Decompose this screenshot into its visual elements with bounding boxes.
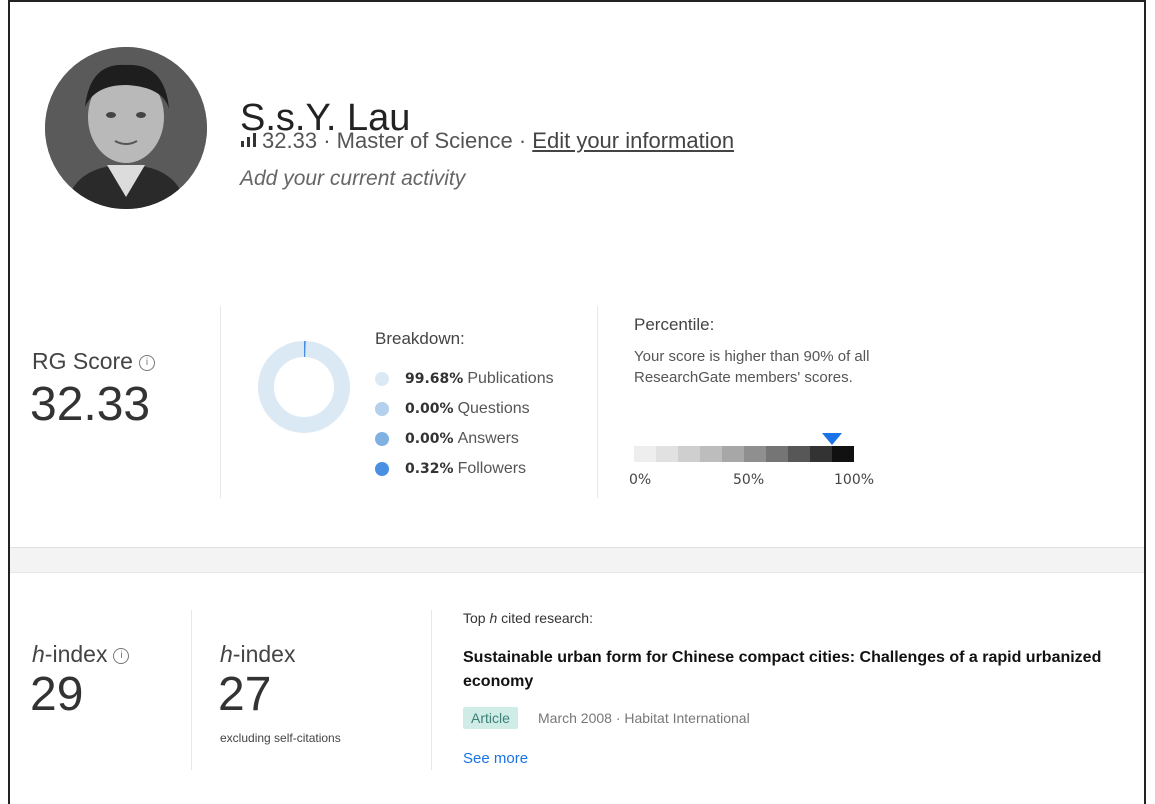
percentile-step — [810, 446, 832, 462]
h-index-suffix: -index — [232, 641, 296, 667]
legend-dot — [375, 402, 389, 416]
meta-separator: · — [323, 128, 331, 153]
divider — [220, 306, 221, 498]
profile-score: 32.33 — [262, 128, 318, 153]
percentile-text: Your score is higher than 90% of all Res… — [634, 348, 870, 386]
top-cited-post: cited research: — [497, 610, 593, 626]
percentile-step — [744, 446, 766, 462]
section-separator — [10, 547, 1144, 573]
h-index-h: h — [32, 641, 45, 667]
percentile-step — [788, 446, 810, 462]
avatar[interactable] — [45, 47, 207, 209]
legend-pct: 99.68% — [405, 371, 464, 387]
legend-item-answers: 0.00% Answers — [375, 424, 554, 454]
add-activity-link[interactable]: Add your current activity — [240, 167, 465, 191]
percentile-step — [832, 446, 854, 462]
percentile-title: Percentile: — [634, 315, 715, 334]
percentile-tick: 100% — [834, 472, 875, 488]
legend-label: Questions — [457, 400, 530, 417]
profile-degree: Master of Science — [336, 128, 513, 153]
legend-dot — [375, 432, 389, 446]
top-cited-paper-title[interactable]: Sustainable urban form for Chinese compa… — [463, 646, 1123, 694]
article-type-badge: Article — [463, 707, 518, 729]
percentile-step — [634, 446, 656, 462]
meta-separator: · — [518, 128, 527, 153]
percentile-marker-icon — [822, 433, 842, 445]
legend-label: Publications — [467, 370, 554, 387]
legend-pct: 0.00% — [405, 431, 454, 447]
legend-dot — [375, 462, 389, 476]
top-cited-pre: Top — [463, 610, 490, 626]
legend-item-publications: 99.68% Publications — [375, 364, 554, 394]
percentile-step — [722, 446, 744, 462]
rg-score-label: RG Score i — [32, 348, 155, 375]
info-icon[interactable]: i — [113, 647, 130, 664]
percentile-tick: 0% — [629, 472, 652, 488]
rg-score-value: 32.33 — [30, 378, 151, 431]
percentile-step — [700, 446, 722, 462]
edit-information-link[interactable]: Edit your information — [532, 128, 734, 153]
breakdown-legend: 99.68% Publications 0.00% Questions 0.00% A… — [375, 364, 554, 484]
avatar-photo — [45, 47, 207, 209]
percentile-step — [656, 446, 678, 462]
breakdown-title: Breakdown: — [375, 329, 465, 348]
h-index-value: 29 — [30, 668, 84, 721]
info-icon[interactable]: i — [138, 354, 155, 371]
see-more-link[interactable]: See more — [463, 750, 528, 767]
legend-dot — [375, 372, 389, 386]
h-index-suffix: -index — [44, 641, 108, 667]
h-index-excl-note: excluding self-citations — [220, 731, 341, 745]
divider — [191, 610, 192, 770]
divider — [597, 306, 598, 498]
score-bars-icon — [241, 133, 256, 147]
h-index-excl-value: 27 — [218, 668, 272, 721]
h-index-excl-label: h-index — [220, 641, 295, 668]
legend-label: Answers — [457, 430, 519, 447]
profile-meta: 32.33 · Master of Science · Edit your in… — [240, 128, 734, 154]
percentile-scale — [634, 446, 854, 462]
percentile-step — [766, 446, 788, 462]
donut-segment-publications — [258, 341, 350, 433]
breakdown-donut-chart — [258, 341, 350, 433]
legend-pct: 0.32% — [405, 461, 454, 477]
legend-label: Followers — [457, 460, 527, 477]
top-cited-label: Top h cited research: — [463, 610, 593, 626]
h-index-h: h — [220, 641, 233, 667]
legend-pct: 0.00% — [405, 401, 454, 417]
article-meta: March 2008 · Habitat International — [538, 710, 750, 726]
legend-item-questions: 0.00% Questions — [375, 394, 554, 424]
divider — [431, 610, 432, 770]
legend-item-followers: 0.32% Followers — [375, 454, 554, 484]
rg-score-label-text: RG Score — [32, 348, 133, 374]
percentile-step — [678, 446, 700, 462]
percentile-tick: 50% — [733, 472, 765, 488]
h-index-label: h-index i — [32, 641, 130, 668]
